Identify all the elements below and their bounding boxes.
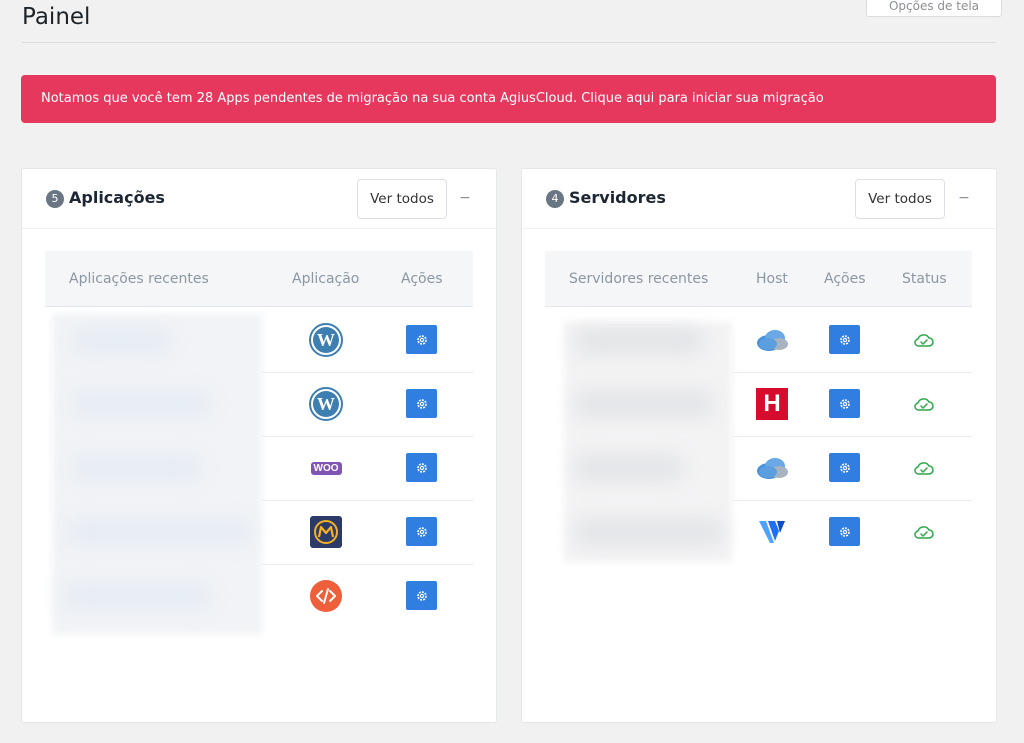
- cloud-check-icon: [914, 526, 934, 539]
- table-row[interactable]: [45, 564, 473, 628]
- server-settings-button[interactable]: [829, 325, 860, 354]
- cloud-host-icon: [754, 322, 790, 358]
- table-row[interactable]: H: [545, 372, 972, 436]
- servers-view-all-button[interactable]: Ver todos: [855, 179, 945, 219]
- woocommerce-label: WOO: [310, 461, 342, 475]
- column-header-actions: Ações: [824, 271, 866, 287]
- table-row[interactable]: W: [45, 372, 473, 436]
- hetzner-label: H: [756, 388, 788, 420]
- gear-icon: [839, 462, 850, 473]
- servers-panel-title: Servidores: [569, 188, 666, 207]
- applications-collapse-button[interactable]: −: [455, 187, 475, 209]
- woocommerce-icon: WOO: [308, 450, 344, 486]
- table-row[interactable]: [545, 308, 972, 372]
- table-row[interactable]: [545, 436, 972, 500]
- column-header-host: Host: [756, 271, 788, 287]
- wordpress-icon: W: [308, 322, 344, 358]
- magento-icon: [308, 514, 344, 550]
- server-settings-button[interactable]: [829, 453, 860, 482]
- gear-icon: [416, 462, 427, 473]
- cloud-check-icon: [914, 398, 934, 411]
- applications-panel-title: Aplicações: [69, 188, 165, 207]
- page-title: Painel: [22, 4, 91, 30]
- column-header-recent-servers: Servidores recentes: [569, 271, 709, 287]
- applications-table-header: Aplicações recentes Aplicação Ações: [45, 251, 473, 307]
- servers-table-header: Servidores recentes Host Ações Status: [545, 251, 972, 307]
- gear-icon: [416, 526, 427, 537]
- app-settings-button[interactable]: [406, 325, 437, 354]
- screen-options-button[interactable]: Opções de tela: [866, 0, 1002, 17]
- custom-php-icon: [308, 578, 344, 614]
- servers-panel: 4 Servidores Ver todos − Servidores rece…: [521, 168, 997, 723]
- gear-icon: [839, 334, 850, 345]
- applications-view-all-button[interactable]: Ver todos: [357, 179, 447, 219]
- gear-icon: [416, 590, 427, 601]
- svg-text:W: W: [317, 330, 335, 350]
- gear-icon: [416, 334, 427, 345]
- migration-notice[interactable]: Notamos que você tem 28 Apps pendentes d…: [21, 75, 996, 123]
- title-divider: [22, 42, 996, 43]
- vultr-icon: [754, 514, 790, 550]
- table-row[interactable]: W: [45, 308, 473, 372]
- table-row[interactable]: [545, 500, 972, 564]
- hetzner-icon: H: [754, 386, 790, 422]
- column-header-status: Status: [902, 271, 947, 287]
- column-header-actions: Ações: [401, 271, 443, 287]
- applications-count-badge: 5: [46, 190, 64, 208]
- server-settings-button[interactable]: [829, 389, 860, 418]
- servers-count-badge: 4: [546, 190, 564, 208]
- app-settings-button[interactable]: [406, 453, 437, 482]
- applications-panel: 5 Aplicações Ver todos − Aplicações rece…: [21, 168, 497, 723]
- app-settings-button[interactable]: [406, 389, 437, 418]
- gear-icon: [839, 398, 850, 409]
- cloud-check-icon: [914, 462, 934, 475]
- servers-panel-header: 4 Servidores Ver todos −: [522, 169, 996, 229]
- cloud-check-icon: [914, 334, 934, 347]
- gear-icon: [416, 398, 427, 409]
- table-row[interactable]: [45, 500, 473, 564]
- cloud-host-icon: [754, 450, 790, 486]
- table-row[interactable]: WOO: [45, 436, 473, 500]
- column-header-recent-apps: Aplicações recentes: [69, 271, 209, 287]
- applications-panel-header: 5 Aplicações Ver todos −: [22, 169, 496, 229]
- wordpress-icon: W: [308, 386, 344, 422]
- gear-icon: [839, 526, 850, 537]
- svg-text:W: W: [317, 394, 335, 414]
- servers-collapse-button[interactable]: −: [954, 187, 974, 209]
- server-settings-button[interactable]: [829, 517, 860, 546]
- column-header-application: Aplicação: [292, 271, 360, 287]
- app-settings-button[interactable]: [406, 581, 437, 610]
- app-settings-button[interactable]: [406, 517, 437, 546]
